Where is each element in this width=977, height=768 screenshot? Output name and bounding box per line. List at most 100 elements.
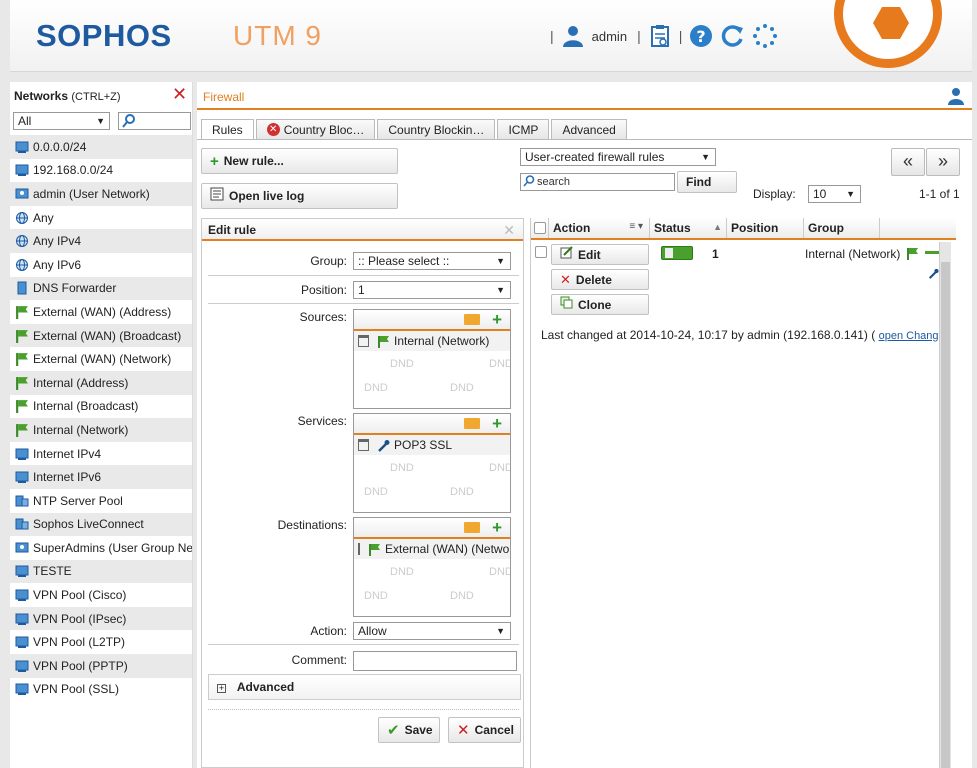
- advanced-section-toggle[interactable]: + Advanced: [208, 674, 521, 700]
- reload-icon[interactable]: [720, 23, 746, 49]
- list-item[interactable]: VPN Pool (L2TP): [10, 630, 192, 654]
- tab-4[interactable]: ICMP: [497, 119, 550, 139]
- product-name: UTM 9: [233, 20, 322, 51]
- list-item[interactable]: VPN Pool (SSL): [10, 678, 192, 702]
- rule-search-input[interactable]: search: [520, 173, 675, 191]
- action-select[interactable]: Allow ▼: [353, 622, 511, 640]
- edit-rule-button[interactable]: Edit: [551, 244, 649, 265]
- interface-flag-icon: [15, 376, 29, 390]
- cancel-x-icon: ✕: [457, 722, 470, 739]
- row-checkbox[interactable]: [535, 246, 547, 258]
- tab-3[interactable]: Country Blockin…: [377, 119, 496, 139]
- list-item[interactable]: VPN Pool (IPsec): [10, 606, 192, 631]
- list-item[interactable]: Internal (Broadcast): [10, 395, 192, 419]
- host-icon: [15, 281, 29, 295]
- list-item[interactable]: Internal (Network): [10, 418, 192, 442]
- open-live-log-button[interactable]: Open live log: [201, 183, 398, 209]
- list-item-label: Internet IPv6: [33, 470, 102, 485]
- position-select[interactable]: 1 ▼: [353, 281, 511, 299]
- app-header: SOPHOS UTM 9 | admin | | ?: [10, 0, 972, 72]
- trash-icon[interactable]: [358, 335, 369, 347]
- vertical-scrollbar[interactable]: [939, 242, 951, 768]
- folder-icon[interactable]: [464, 314, 480, 325]
- folder-icon[interactable]: [464, 522, 480, 533]
- tab-5[interactable]: Advanced: [551, 119, 627, 139]
- list-item[interactable]: admin (User Network): [10, 182, 192, 206]
- plus-icon[interactable]: +: [492, 414, 502, 434]
- dnd-watermark: DND: [390, 462, 414, 474]
- rule-filter-select[interactable]: User-created firewall rules ▼: [520, 148, 716, 166]
- list-item[interactable]: Internal (Address): [10, 370, 192, 395]
- column-menu-icon[interactable]: ≡ ▾: [629, 221, 643, 232]
- network-filter-select[interactable]: All ▼: [13, 112, 110, 130]
- list-item[interactable]: Any IPv4: [10, 229, 192, 253]
- list-item[interactable]: Internet IPv4: [10, 442, 192, 466]
- clone-rule-button[interactable]: Clone: [551, 294, 649, 315]
- list-item[interactable]: Internet IPv6: [10, 465, 192, 489]
- display-count-select[interactable]: 10 ▼: [808, 185, 861, 203]
- edit-rule-title-text: Edit rule: [208, 223, 257, 237]
- folder-icon[interactable]: [464, 418, 480, 429]
- comment-input[interactable]: [353, 651, 517, 671]
- destinations-entry[interactable]: External (WAN) (Network): [354, 539, 510, 559]
- next-page-button[interactable]: »: [926, 148, 960, 176]
- dropzone-toolbar: +: [354, 310, 510, 331]
- dnd-watermark: DND: [364, 382, 388, 394]
- destinations-dropzone[interactable]: + External (WAN) (Network) DND DND DND D…: [353, 517, 511, 617]
- list-item[interactable]: Any: [10, 206, 192, 230]
- clipboard-icon[interactable]: [647, 23, 673, 49]
- column-position[interactable]: Position: [727, 218, 804, 238]
- status-toggle[interactable]: [661, 246, 693, 260]
- services-entry[interactable]: POP3 SSL: [354, 435, 510, 455]
- breadcrumb[interactable]: Firewall: [203, 90, 244, 104]
- help-icon[interactable]: ?: [688, 23, 714, 49]
- scrollbar-thumb[interactable]: [941, 262, 950, 768]
- network-search-input[interactable]: [118, 112, 191, 130]
- list-item[interactable]: Any IPv6: [10, 253, 192, 277]
- sources-dropzone[interactable]: + Internal (Network) DND DND DND DND: [353, 309, 511, 409]
- plus-icon[interactable]: +: [492, 310, 502, 330]
- user-icon[interactable]: [947, 87, 965, 108]
- trash-icon[interactable]: [358, 543, 360, 555]
- list-item[interactable]: VPN Pool (PPTP): [10, 654, 192, 678]
- group-select[interactable]: :: Please select :: ▼: [353, 252, 511, 270]
- cancel-button[interactable]: ✕ Cancel: [448, 717, 521, 743]
- delete-rule-button[interactable]: ✕ Delete: [551, 269, 649, 290]
- column-action[interactable]: Action ≡ ▾: [549, 218, 650, 238]
- select-all-checkbox[interactable]: [534, 222, 546, 234]
- list-item[interactable]: NTP Server Pool: [10, 489, 192, 513]
- tab-label: Advanced: [562, 122, 616, 137]
- current-user-label[interactable]: admin: [592, 29, 627, 44]
- rule-position: 1: [712, 247, 719, 261]
- plus-icon[interactable]: +: [492, 518, 502, 538]
- open-changes-link[interactable]: open Changes: [879, 330, 938, 342]
- save-button[interactable]: ✔ Save: [378, 717, 440, 743]
- new-rule-button[interactable]: + New rule...: [201, 148, 398, 174]
- list-item[interactable]: 0.0.0.0/24: [10, 135, 192, 159]
- trash-icon[interactable]: [358, 439, 369, 451]
- list-item[interactable]: VPN Pool (Cisco): [10, 583, 192, 607]
- list-item[interactable]: TESTE: [10, 559, 192, 584]
- column-group[interactable]: Group: [804, 218, 880, 238]
- tab-1[interactable]: Rules: [201, 119, 254, 140]
- list-item[interactable]: DNS Forwarder: [10, 276, 192, 301]
- network-panel-title: Networks (CTRL+Z): [14, 89, 121, 103]
- prev-page-button[interactable]: «: [891, 148, 925, 176]
- table-row: Edit ✕ Delete Clone 1 Internal (Network): [531, 242, 956, 318]
- list-item[interactable]: External (WAN) (Address): [10, 300, 192, 324]
- list-item[interactable]: Sophos LiveConnect: [10, 512, 192, 537]
- close-icon[interactable]: ✕: [172, 85, 188, 103]
- column-status[interactable]: Status ▲: [650, 218, 727, 238]
- tab-2[interactable]: ✕ Country Bloc…: [255, 119, 376, 139]
- list-item[interactable]: SuperAdmins (User Group Ne: [10, 536, 192, 560]
- list-item[interactable]: 192.168.0.0/24: [10, 159, 192, 183]
- list-item[interactable]: External (WAN) (Broadcast): [10, 323, 192, 348]
- sources-entry[interactable]: Internal (Network): [354, 331, 510, 351]
- user-icon[interactable]: [560, 23, 586, 49]
- services-dropzone[interactable]: + POP3 SSL DND DND DND DND: [353, 413, 511, 513]
- find-button[interactable]: Find: [677, 171, 737, 193]
- log-icon: [210, 187, 224, 205]
- interface-flag-icon: [906, 247, 919, 263]
- list-item[interactable]: External (WAN) (Network): [10, 347, 192, 371]
- close-icon[interactable]: ✕: [503, 222, 515, 239]
